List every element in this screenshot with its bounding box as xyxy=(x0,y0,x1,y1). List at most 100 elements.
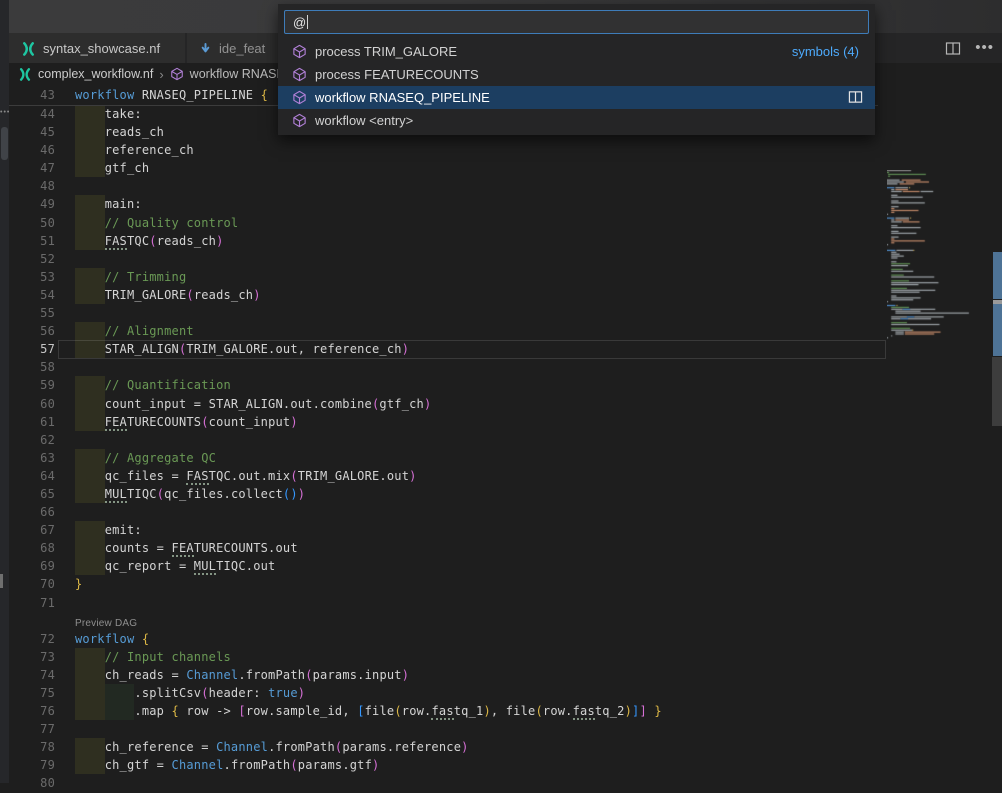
code-line[interactable]: 74 ch_reads = Channel.fromPath(params.in… xyxy=(9,666,1002,684)
tab-syntax-showcase[interactable]: syntax_showcase.nf xyxy=(9,33,186,63)
code-line[interactable]: 46 reference_ch xyxy=(9,141,1002,159)
quick-open-item-label: process TRIM_GALORE xyxy=(315,44,457,59)
code-line[interactable]: 60 count_input = STAR_ALIGN.out.combine(… xyxy=(9,395,1002,413)
code-line[interactable]: 78 ch_reference = Channel.fromPath(param… xyxy=(9,738,1002,756)
code-token: ( xyxy=(290,469,297,483)
code-line[interactable]: 51 FASTQC(reads_ch) xyxy=(9,232,1002,250)
code-line[interactable]: 77 xyxy=(9,720,1002,738)
code-line[interactable]: 64 qc_files = FASTQC.out.mix(TRIM_GALORE… xyxy=(9,467,1002,485)
quick-open-item[interactable]: workflow <entry> xyxy=(278,109,875,132)
code-line[interactable]: 50 // Quality control xyxy=(9,214,1002,232)
code-token: ) xyxy=(216,234,223,248)
code-line[interactable]: 61 FEATURECOUNTS(count_input) xyxy=(9,413,1002,431)
quick-open-item[interactable]: workflow RNASEQ_PIPELINE xyxy=(278,86,875,109)
line-number: 53 xyxy=(9,268,55,286)
code-line[interactable]: 59 // Quantification xyxy=(9,376,1002,394)
arrow-down-icon xyxy=(199,42,212,55)
code-editor[interactable]: 43workflow RNASEQ_PIPELINE { 44 take:45 … xyxy=(9,85,1002,783)
quick-open-input[interactable]: @ xyxy=(284,10,869,34)
code-token: count_input = STAR_ALIGN.out.combine xyxy=(75,397,372,411)
code-line[interactable]: 67 emit: xyxy=(9,521,1002,539)
line-number: 78 xyxy=(9,738,55,756)
code-line[interactable]: 76 .map { row -> [row.sample_id, [file(r… xyxy=(9,702,1002,720)
symbol-cube-icon xyxy=(292,67,307,82)
line-number: 69 xyxy=(9,557,55,575)
overview-ruler-mark xyxy=(993,252,1002,299)
code-line[interactable]: 79 ch_gtf = Channel.fromPath(params.gtf) xyxy=(9,756,1002,774)
line-number: 56 xyxy=(9,322,55,340)
code-text: ch_gtf = Channel.fromPath(params.gtf) xyxy=(75,756,379,774)
code-text: // Quantification xyxy=(75,376,231,394)
quick-open-item[interactable]: process FEATURECOUNTS xyxy=(278,63,875,86)
code-line[interactable]: 62 xyxy=(9,431,1002,449)
collapsed-sidebar-strip[interactable]: ••• xyxy=(0,0,9,783)
code-token: STAR_ALIGN xyxy=(75,342,179,356)
code-line[interactable]: 58 xyxy=(9,358,1002,376)
symbols-count-badge[interactable]: symbols (4) xyxy=(792,44,859,59)
editor-scrollbar-thumb[interactable] xyxy=(992,357,1002,426)
code-token xyxy=(134,632,141,646)
split-editor-icon[interactable] xyxy=(848,90,863,104)
code-token: FEA xyxy=(172,541,194,557)
code-line[interactable]: 47 gtf_ch xyxy=(9,159,1002,177)
line-number: 79 xyxy=(9,756,55,774)
code-line[interactable]: 52 xyxy=(9,250,1002,268)
code-token xyxy=(75,415,105,429)
code-line[interactable]: 66 xyxy=(9,503,1002,521)
code-token: fas xyxy=(431,704,453,720)
line-number: 63 xyxy=(9,449,55,467)
line-number: 48 xyxy=(9,177,55,195)
code-token: row.sample_id, xyxy=(246,704,357,718)
code-text: // Aggregate QC xyxy=(75,449,216,467)
code-line[interactable]: 48 xyxy=(9,177,1002,195)
code-token: tq_1 xyxy=(454,704,484,718)
code-token: // Alignment xyxy=(105,324,194,338)
code-line[interactable]: 73 // Input channels xyxy=(9,648,1002,666)
sidebar-scrollbar-thumb[interactable] xyxy=(1,127,8,160)
code-token: ch_reference = xyxy=(75,740,216,754)
code-line[interactable]: 75 .splitCsv(header: true) xyxy=(9,684,1002,702)
code-text: .splitCsv(header: true) xyxy=(75,684,305,702)
code-token: TIQC xyxy=(127,487,157,501)
more-actions-icon[interactable]: ••• xyxy=(975,43,994,53)
minimap[interactable] xyxy=(887,170,977,352)
editor-actions: ••• xyxy=(945,33,994,63)
code-line[interactable]: 68 counts = FEATURECOUNTS.out xyxy=(9,539,1002,557)
code-token: reads_ch xyxy=(75,125,164,139)
code-token: TURECOUNTS.out xyxy=(194,541,298,555)
code-token: TRIM_GALORE.out xyxy=(298,469,409,483)
code-line[interactable]: 53 // Trimming xyxy=(9,268,1002,286)
split-editor-icon[interactable] xyxy=(945,41,961,56)
code-line[interactable]: 56 // Alignment xyxy=(9,322,1002,340)
code-line[interactable]: 57 STAR_ALIGN(TRIM_GALORE.out, reference… xyxy=(9,340,1002,358)
breadcrumb-file[interactable]: complex_workflow.nf xyxy=(38,67,153,81)
code-line[interactable]: 63 // Aggregate QC xyxy=(9,449,1002,467)
text-cursor xyxy=(307,15,308,29)
line-number: 47 xyxy=(9,159,55,177)
code-line[interactable]: 80 xyxy=(9,774,1002,792)
line-number: 51 xyxy=(9,232,55,250)
code-line[interactable]: 65 MULTIQC(qc_files.collect()) xyxy=(9,485,1002,503)
code-token: .fromPath xyxy=(238,668,305,682)
code-token: gtf_ch xyxy=(75,161,149,175)
code-token: count_input xyxy=(209,415,291,429)
line-number: 68 xyxy=(9,539,55,557)
code-line[interactable]: 54 TRIM_GALORE(reads_ch) xyxy=(9,286,1002,304)
code-line[interactable]: 49 main: xyxy=(9,195,1002,213)
code-token: reference_ch xyxy=(75,143,194,157)
symbol-cube-icon xyxy=(292,113,307,128)
code-text: workflow RNASEQ_PIPELINE { xyxy=(75,86,268,105)
code-token: [ xyxy=(357,704,364,718)
tab-label: syntax_showcase.nf xyxy=(43,41,160,56)
code-line[interactable]: 72workflow { xyxy=(9,630,1002,648)
quick-open-item[interactable]: process TRIM_GALORE symbols (4) xyxy=(278,40,875,63)
code-token: row. xyxy=(402,704,432,718)
code-token: ) xyxy=(290,487,297,501)
code-line[interactable]: 70} xyxy=(9,575,1002,593)
code-text: reads_ch xyxy=(75,123,164,141)
code-line[interactable]: 69 qc_report = MULTIQC.out xyxy=(9,557,1002,575)
code-token: } xyxy=(654,704,661,718)
code-line[interactable]: 55 xyxy=(9,304,1002,322)
code-token: RNASEQ_PIPELINE xyxy=(134,88,260,102)
code-line[interactable]: 71 xyxy=(9,594,1002,612)
